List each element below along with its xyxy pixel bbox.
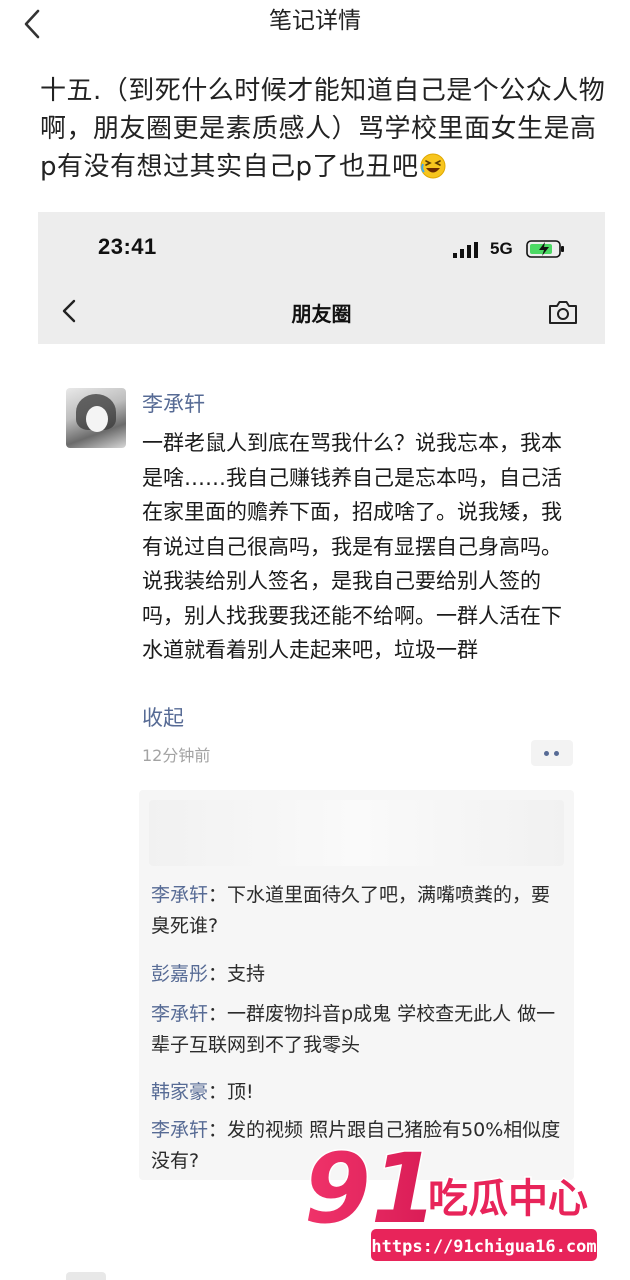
post-text: 十五.（到死什么时候才能知道自己是个公众人物啊，朋友圈更是素质感人）骂学校里面女… [40, 72, 612, 186]
moment-timestamp: 12分钟前 [142, 746, 211, 765]
comment-separator: ： [208, 1119, 228, 1141]
dot [544, 751, 549, 756]
comment-text: 顶! [227, 1081, 254, 1103]
camera-icon[interactable] [547, 298, 579, 326]
status-time: 23:41 [98, 234, 157, 259]
battery-charging-icon [526, 240, 564, 258]
comment-separator: ： [208, 1081, 228, 1103]
signal-bars-icon [453, 242, 478, 258]
network-label: 5G [490, 239, 513, 258]
comment-item[interactable]: 李承轩：一群废物抖音p成鬼 学校查无此人 做一辈子互联网到不了我零头 [151, 999, 566, 1061]
comment-author[interactable]: 彭嘉彤 [151, 963, 208, 985]
screenshot-header: 23:41 5G 朋友圈 [38, 212, 605, 344]
comments-panel: 李承轩：下水道里面待久了吧，满嘴喷粪的，要臭死谁? 彭嘉彤：支持 李承轩：一群废… [139, 790, 574, 1180]
comment-author[interactable]: 韩家豪 [151, 1081, 208, 1103]
comment-separator: ： [208, 884, 228, 906]
comment-separator: ： [208, 1003, 228, 1025]
page-title: 笔记详情 [269, 8, 361, 34]
post-caption: 十五.（到死什么时候才能知道自己是个公众人物啊，朋友圈更是素质感人）骂学校里面女… [40, 76, 606, 182]
comment-item[interactable]: 李承轩：下水道里面待久了吧，满嘴喷粪的，要臭死谁? [151, 880, 566, 942]
comment-item[interactable]: 彭嘉彤：支持 [151, 959, 566, 990]
avatar-face [86, 406, 108, 432]
comment-author[interactable]: 李承轩 [151, 1119, 208, 1141]
top-nav-bar: 笔记详情 [0, 0, 630, 56]
likes-area-blurred [149, 800, 564, 866]
moments-title: 朋友圈 [291, 302, 352, 326]
next-post-avatar [66, 1272, 106, 1280]
moment-text: 一群老鼠人到底在骂我什么？说我忘本，我本是啥……我自己赚钱养自己是忘本吗，自己活… [142, 431, 562, 662]
more-dots-icon[interactable] [531, 740, 573, 766]
avatar[interactable] [66, 388, 126, 448]
rolling-laughing-emoji-icon [420, 153, 446, 179]
watermark-brand: 吃瓜中心 [428, 1176, 588, 1222]
comment-item[interactable]: 韩家豪：顶! [151, 1077, 566, 1108]
comment-author[interactable]: 李承轩 [151, 884, 208, 906]
collapse-link[interactable]: 收起 [142, 702, 184, 732]
watermark-url: https://91chigua16.com [371, 1237, 596, 1257]
comment-separator: ： [208, 963, 228, 985]
watermark-logo: 91 吃瓜中心 https://91chigua16.com [303, 1140, 599, 1263]
dot [554, 751, 559, 756]
comment-text: 支持 [227, 963, 266, 985]
comment-author[interactable]: 李承轩 [151, 1003, 208, 1025]
moment-author[interactable]: 李承轩 [142, 388, 205, 418]
moments-screenshot: 23:41 5G 朋友圈 李承轩 一群老鼠人到底在骂我什么？说我忘本，我本是啥…… [38, 212, 605, 1280]
